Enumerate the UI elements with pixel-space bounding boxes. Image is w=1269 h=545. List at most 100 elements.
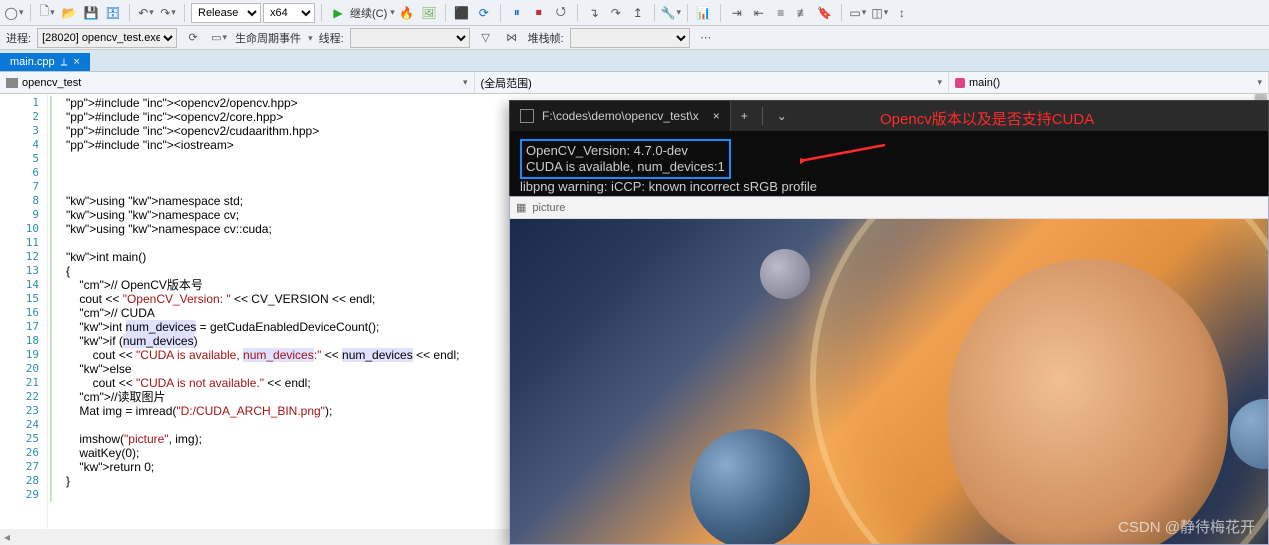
window-icon[interactable]: ▭ (848, 3, 868, 23)
separator (445, 4, 446, 22)
step-out-icon[interactable]: ↥ (628, 3, 648, 23)
nav-back-icon[interactable]: ◯ (4, 3, 24, 23)
separator (654, 4, 655, 22)
separator (577, 4, 578, 22)
chevron-left-icon[interactable]: ◂ (4, 530, 10, 544)
pin-icon[interactable]: ⟂ (61, 57, 68, 68)
misc2-icon[interactable]: ⋯ (696, 28, 716, 48)
browser-icon[interactable]: 🖼 (419, 3, 439, 23)
split-icon[interactable]: ◫ (870, 3, 890, 23)
change-marker (50, 96, 52, 502)
separator (321, 4, 322, 22)
picture-content (510, 219, 1268, 544)
console-line: CUDA is available, num_devices:1 (526, 159, 725, 175)
image-planet (760, 249, 810, 299)
continue-drop-icon[interactable] (389, 7, 395, 18)
scope-function[interactable]: main() ▾ (949, 72, 1269, 93)
function-icon (955, 78, 965, 88)
main-toolbar: ◯ 🗋 📂 💾 🗄 ↶ ↷ Release x64 ▶ 继续(C) 🔥 🖼 ⬛ … (0, 0, 1269, 26)
image-icon: ▦ (516, 201, 526, 214)
platform-select[interactable]: x64 (263, 3, 315, 23)
start-icon[interactable]: ▶ (328, 3, 348, 23)
step-into-icon[interactable]: ↴ (584, 3, 604, 23)
separator (720, 4, 721, 22)
scope-namespace[interactable]: (全局范围) ▾ (475, 72, 950, 93)
new-item-icon[interactable]: 🗋 (37, 3, 57, 23)
chart-icon[interactable]: 📊 (694, 3, 714, 23)
indent-icon[interactable]: ⇥ (727, 3, 747, 23)
terminal-icon (520, 109, 534, 123)
console-line: libpng warning: iCCP: known incorrect sR… (520, 179, 1258, 195)
outdent-icon[interactable]: ⇤ (749, 3, 769, 23)
picture-window: ▦ picture (509, 196, 1269, 545)
annotation-arrow-icon (800, 140, 890, 170)
comment-icon[interactable]: ≡ (771, 3, 791, 23)
thread-select[interactable] (350, 28, 470, 48)
scope-ns-label: (全局范围) (481, 75, 532, 91)
lifecycle-drop-icon[interactable]: ▭ (209, 28, 229, 48)
lifecycle-label: 生命周期事件 (235, 30, 301, 46)
thread-filter-icon[interactable]: ⋈ (502, 28, 522, 48)
file-tab-main[interactable]: main.cpp ⟂ × (0, 53, 90, 71)
stackframe-select[interactable] (570, 28, 690, 48)
process-select[interactable]: [28020] opencv_test.exe (37, 28, 177, 48)
tab-menu-icon[interactable]: ⌄ (767, 109, 797, 123)
stackframe-label: 堆栈帧: (528, 30, 564, 46)
lifecycle-icon[interactable]: ⟳ (183, 28, 203, 48)
save-icon[interactable]: 💾 (81, 3, 101, 23)
lifecycle-drop[interactable] (307, 32, 313, 44)
console-tab-title: F:\codes\demo\opencv_test\x (542, 109, 699, 123)
image-planet (690, 429, 810, 544)
bookmark-icon[interactable]: 🔖 (815, 3, 835, 23)
continue-label[interactable]: 继续(C) (350, 5, 387, 21)
close-icon[interactable]: × (713, 109, 720, 123)
stop-debug-icon[interactable]: ⏹ (529, 3, 549, 23)
picture-titlebar[interactable]: ▦ picture (510, 197, 1268, 219)
refresh-icon[interactable]: ⭯ (551, 3, 571, 23)
picture-title: picture (532, 202, 565, 214)
separator (841, 4, 842, 22)
config-select[interactable]: Release (191, 3, 261, 23)
uncomment-icon[interactable]: ≢ (793, 3, 813, 23)
save-all-icon[interactable]: 🗄 (103, 3, 123, 23)
scope-project-label: opencv_test (22, 77, 81, 89)
debug-toolbar: 进程: [28020] opencv_test.exe ⟳ ▭ 生命周期事件 线… (0, 26, 1269, 50)
separator (129, 4, 130, 22)
redo-icon[interactable]: ↷ (158, 3, 178, 23)
file-tab-label: main.cpp (10, 56, 55, 68)
line-gutter: 1234567891011121314151617181920212223242… (0, 94, 48, 545)
console-tab[interactable]: F:\codes\demo\opencv_test\x × (510, 101, 731, 131)
separator (762, 107, 763, 125)
watermark: CSDN @静待梅花开 (1118, 516, 1255, 537)
hot-reload-icon[interactable]: 🔥 (397, 3, 417, 23)
console-highlight: OpenCV_Version: 4.7.0-dev CUDA is availa… (520, 139, 731, 179)
stop-icon[interactable]: ⬛ (452, 3, 472, 23)
step-over-icon[interactable]: ↷ (606, 3, 626, 23)
project-icon (6, 78, 18, 88)
undo-icon[interactable]: ↶ (136, 3, 156, 23)
scope-func-label: main() (969, 77, 1000, 89)
chevron-down-icon: ▾ (463, 77, 468, 88)
chevron-down-icon: ▾ (1257, 77, 1262, 88)
tools-icon[interactable]: 🔧 (661, 3, 681, 23)
close-tab-icon[interactable]: × (73, 56, 79, 68)
annotation-text: Opencv版本以及是否支持CUDA (880, 108, 1094, 129)
file-tab-bar: main.cpp ⟂ × (0, 50, 1269, 72)
open-icon[interactable]: 📂 (59, 3, 79, 23)
process-label: 进程: (6, 30, 31, 46)
separator (500, 4, 501, 22)
misc-icon[interactable]: ↕ (892, 3, 912, 23)
filter-icon[interactable]: ▽ (476, 28, 496, 48)
separator (687, 4, 688, 22)
scope-project[interactable]: opencv_test ▾ (0, 72, 475, 93)
separator (184, 4, 185, 22)
scope-bar: opencv_test ▾ (全局范围) ▾ main() ▾ (0, 72, 1269, 94)
console-line: OpenCV_Version: 4.7.0-dev (526, 143, 725, 159)
restart-icon[interactable]: ⟳ (474, 3, 494, 23)
image-face (948, 259, 1228, 544)
thread-label: 线程: (319, 30, 344, 46)
separator (30, 4, 31, 22)
new-tab-icon[interactable]: + (731, 109, 758, 123)
chevron-down-icon: ▾ (937, 77, 942, 88)
pause-icon[interactable]: ⏸ (507, 3, 527, 23)
